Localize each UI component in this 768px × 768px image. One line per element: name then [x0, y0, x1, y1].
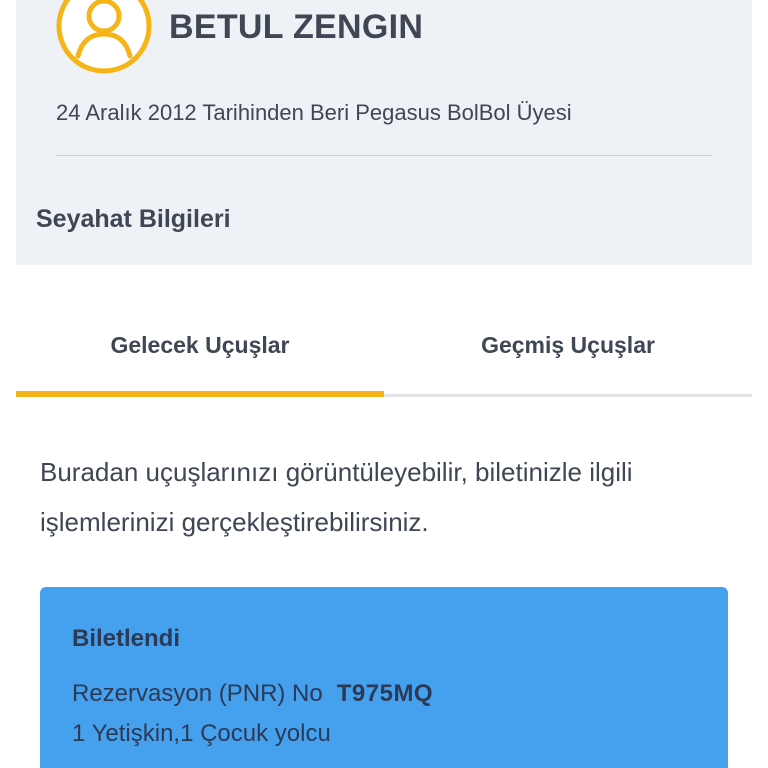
divider: [56, 155, 712, 156]
profile-panel: BETUL ZENGIN 24 Aralık 2012 Tarihinden B…: [16, 0, 752, 265]
passenger-count: 1 Yetişkin,1 Çocuk yolcu: [72, 720, 331, 747]
flights-description: Buradan uçuşlarınızı görüntüleyebilir, b…: [40, 457, 633, 537]
user-icon: [56, 0, 152, 74]
ticket-status: Biletlendi: [72, 625, 181, 652]
active-tab-indicator: [16, 391, 384, 397]
ticket-card[interactable]: Biletlendi Rezervasyon (PNR) No T975MQ 1 …: [40, 587, 728, 768]
tab-past-label: Geçmiş Uçuşlar: [481, 332, 655, 358]
member-since-text: 24 Aralık 2012 Tarihinden Beri Pegasus B…: [56, 100, 572, 125]
pnr-code: T975MQ: [336, 680, 434, 707]
flight-tabs: Gelecek Uçuşlar Geçmiş Uçuşlar: [16, 265, 752, 397]
tab-upcoming-label: Gelecek Uçuşlar: [110, 332, 290, 358]
user-name: BETUL ZENGIN: [169, 8, 424, 46]
tab-past-flights[interactable]: Geçmiş Uçuşlar: [384, 265, 752, 397]
pnr-label: Rezervasyon (PNR) No: [72, 680, 323, 707]
pnr-line: Rezervasyon (PNR) No T975MQ: [72, 680, 433, 708]
page: BETUL ZENGIN 24 Aralık 2012 Tarihinden B…: [0, 0, 768, 768]
tab-upcoming-flights[interactable]: Gelecek Uçuşlar: [16, 265, 384, 397]
section-title: Seyahat Bilgileri: [36, 205, 231, 233]
